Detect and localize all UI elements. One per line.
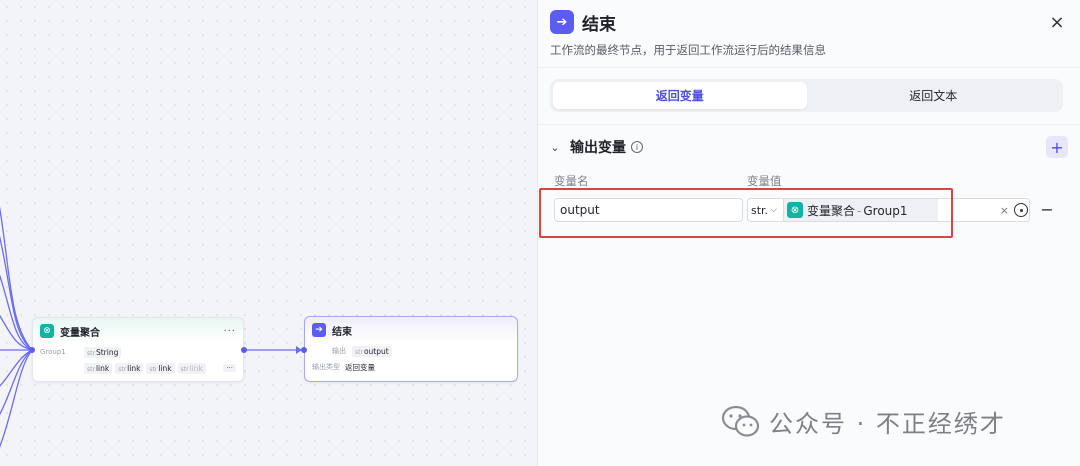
workflow-canvas[interactable]: ⊗ 变量聚合 ··· Group1 strString strlink strl… (0, 0, 537, 466)
aggregate-input-port[interactable] (29, 347, 35, 353)
link-tag: strlink (146, 362, 175, 374)
column-header-name: 变量名 (554, 174, 589, 188)
target-icon[interactable] (1014, 203, 1028, 217)
output-label: 输出 (332, 347, 346, 355)
annotation-highlight-box (539, 188, 953, 238)
link-tag: strlink (177, 362, 206, 374)
chevron-down-icon[interactable]: ⌄ (550, 141, 560, 154)
link-tag: strlink (84, 362, 113, 374)
more-options-icon[interactable]: ··· (223, 326, 236, 337)
end-input-port[interactable] (301, 347, 307, 353)
mode-row: 输出类型 返回变量 (305, 359, 517, 375)
aggregate-output-port[interactable] (241, 347, 247, 353)
node-title: 结束 (332, 326, 352, 338)
mode-value: 返回变量 (345, 362, 375, 372)
tab-return-text[interactable]: 返回文本 (807, 82, 1061, 109)
watermark-text: 公众号 · 不正经绣才 (769, 410, 1006, 438)
node-header: ➔ 结束 (305, 317, 517, 343)
link-tag: strlink (115, 362, 144, 374)
variable-aggregate-node[interactable]: ⊗ 变量聚合 ··· Group1 strString strlink strl… (32, 317, 244, 382)
group-label: Group1 (40, 348, 66, 356)
panel-title: 结束 (582, 14, 616, 35)
return-mode-tabs: 返回变量 返回文本 (550, 79, 1063, 112)
output-row: 输出 stroutput (305, 343, 517, 359)
node-title: 变量聚合 (60, 327, 100, 339)
divider (538, 67, 1080, 68)
incoming-edge (0, 349, 33, 448)
end-node[interactable]: ➔ 结束 输出 stroutput 输出类型 返回变量 (304, 316, 518, 382)
exit-icon: ➔ (550, 10, 574, 34)
group-row: Group1 strString (33, 344, 243, 360)
aggregate-icon: ⊗ (40, 324, 54, 338)
panel-header: ➔ 结束 × (550, 8, 1068, 36)
remove-variable-button[interactable]: − (1040, 200, 1054, 219)
panel-description: 工作流的最终节点，用于返回工作流运行后的结果信息 (550, 43, 826, 57)
tab-return-variable[interactable]: 返回变量 (553, 82, 807, 109)
links-row: strlink strlink strlink strlink ··· (33, 360, 243, 376)
divider (538, 124, 1080, 125)
column-header-value: 变量值 (747, 174, 782, 188)
exit-icon: ➔ (312, 323, 326, 337)
wechat-icon (721, 405, 760, 437)
clear-icon[interactable]: × (1000, 204, 1009, 217)
watermark: 公众号 · 不正经绣才 (721, 404, 1006, 439)
node-header: ⊗ 变量聚合 ··· (33, 318, 243, 344)
group-output-tag: strString (84, 346, 122, 358)
section-title: 输出变量 (570, 140, 626, 156)
close-button[interactable]: × (1046, 12, 1068, 33)
edges-layer (0, 206, 302, 448)
more-links-icon[interactable]: ··· (223, 364, 236, 372)
add-variable-button[interactable]: + (1046, 136, 1068, 158)
incoming-edge (0, 235, 33, 351)
mode-label: 输出类型 (312, 363, 340, 371)
output-tag: stroutput (352, 345, 392, 357)
node-config-panel: ➔ 结束 × 工作流的最终节点，用于返回工作流运行后的结果信息 返回变量 返回文… (537, 0, 1080, 466)
output-variables-section: ⌄ 输出变量 i + (550, 136, 1068, 158)
info-icon[interactable]: i (631, 141, 643, 153)
